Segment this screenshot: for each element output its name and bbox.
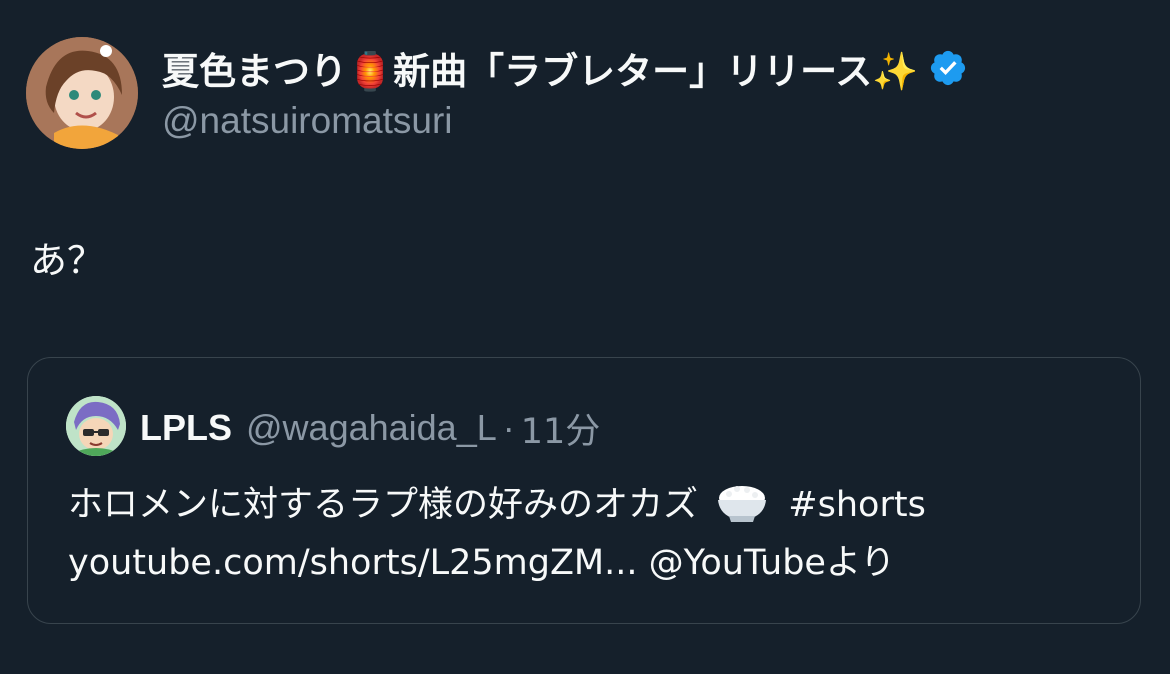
tweet-text: あ？ — [30, 239, 104, 282]
quoted-author-handle[interactable]: @wagahaida_L — [246, 407, 497, 449]
verified-badge-icon — [931, 50, 966, 86]
quoted-tweet-text: ホロメンに対するラプ様の好みのオカズ — [68, 485, 699, 525]
quoted-tweet-text-line-1: ホロメンに対するラプ様の好みのオカズ #shorts — [68, 476, 926, 527]
hashtag-shorts-link[interactable]: #shorts — [788, 485, 926, 525]
author-avatar[interactable] — [26, 37, 138, 149]
quoted-author-avatar-image — [66, 396, 126, 456]
author-name-row: 夏色まつり🏮新曲「ラブレター」リリース✨ — [162, 40, 968, 96]
author-display-name[interactable]: 夏色まつり🏮新曲「ラブレター」リリース✨ — [162, 41, 918, 95]
rice-bowl-icon — [718, 486, 767, 522]
time-separator: · — [502, 407, 515, 448]
quoted-author-display-name[interactable]: LPLS — [140, 407, 232, 449]
quoted-tweet-text-line-2: youtube.com/shorts/L25mgZM... @YouTubeより — [68, 543, 896, 583]
author-handle[interactable]: @natsuiromatsuri — [162, 100, 453, 142]
quoted-tweet-time[interactable]: 11分 — [521, 403, 601, 454]
quoted-tweet-card[interactable]: LPLS @wagahaida_L · 11分 ホロメンに対するラプ様の好みのオ… — [27, 357, 1141, 624]
author-avatar-image — [26, 37, 138, 149]
quoted-tweet-header: LPLS @wagahaida_L · 11分 — [140, 400, 600, 456]
quoted-author-avatar — [66, 396, 126, 456]
